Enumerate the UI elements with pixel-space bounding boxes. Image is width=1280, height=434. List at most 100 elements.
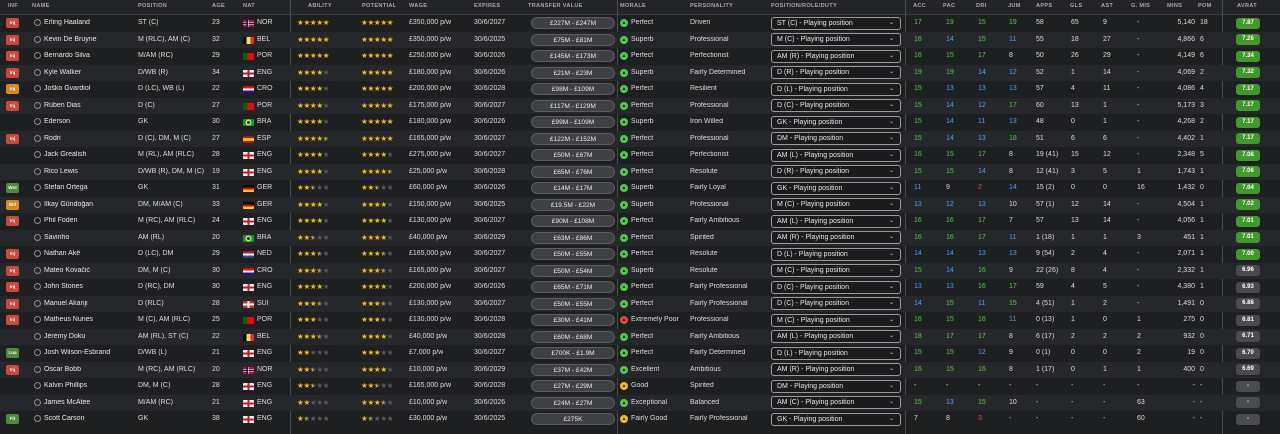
- col-mins[interactable]: MINS: [1167, 3, 1182, 9]
- info-badge[interactable]: Loa: [6, 348, 19, 358]
- table-row[interactable]: Kalvin Phillips DM, M (C) 28 ENG ★★★★★ ★★★★★ £…: [0, 378, 1280, 395]
- table-row[interactable]: Bid İlkay Gündoğan DM, M/AM (C) 33 GER ★★★★★ ★…: [0, 196, 1280, 213]
- role-select[interactable]: AM (R) - Playing position ⌄: [771, 231, 901, 244]
- transfer-value-badge[interactable]: £65M - £71M: [531, 281, 615, 293]
- col-nat[interactable]: NAT: [243, 3, 255, 9]
- table-row[interactable]: Savinho AM (RL) 20 BRA ★★★★★ ★★★★★ £40,000 p/w…: [0, 229, 1280, 246]
- info-badge[interactable]: Inj: [6, 133, 19, 144]
- role-select[interactable]: AM (L) - Playing position ⌄: [771, 214, 901, 228]
- transfer-value-badge[interactable]: £63M - £86M: [531, 231, 615, 244]
- col-name[interactable]: NAME: [32, 3, 50, 9]
- col-pac[interactable]: PAC: [943, 3, 955, 9]
- col-dri[interactable]: DRI: [976, 3, 987, 9]
- transfer-value-badge[interactable]: £75M - £81M: [531, 33, 615, 46]
- col-acc[interactable]: ACC: [913, 3, 926, 9]
- transfer-value-badge[interactable]: £30M - £41M: [531, 314, 615, 326]
- info-badge[interactable]: Inj: [6, 100, 19, 111]
- player-name[interactable]: Erling Haaland: [44, 19, 134, 26]
- role-select[interactable]: D (R) - Playing position ⌄: [771, 66, 901, 79]
- col-wage[interactable]: WAGE: [409, 3, 427, 9]
- role-select[interactable]: M (C) - Playing position ⌄: [771, 198, 901, 211]
- player-name[interactable]: Nathan Aké: [44, 250, 134, 257]
- col-ast[interactable]: AST: [1101, 3, 1113, 9]
- col-age[interactable]: AGE: [212, 3, 225, 9]
- table-row[interactable]: James McAtee M/AM (RC) 21 ENG ★★★★★ ★★★★★ £10,…: [0, 394, 1280, 411]
- role-select[interactable]: AM (L) - Playing position ⌄: [771, 330, 901, 343]
- role-select[interactable]: DM - Playing position ⌄: [771, 379, 901, 393]
- table-row[interactable]: Wnt Stefan Ortega GK 31 GER ★★★★★ ★★★★★ £60,000…: [0, 180, 1280, 197]
- col-morale[interactable]: MORALE: [620, 3, 646, 9]
- col-gls[interactable]: GLS: [1070, 3, 1082, 9]
- col-potential[interactable]: POTENTIAL: [362, 3, 396, 9]
- info-badge[interactable]: Inj: [6, 67, 19, 78]
- table-row[interactable]: Inj Joško Gvardiol D (LC), WB (L) 22 CRO ★★★★…: [0, 81, 1280, 98]
- player-name[interactable]: Stefan Ortega: [44, 184, 134, 191]
- info-badge[interactable]: Inj: [6, 84, 19, 94]
- player-name[interactable]: Josh Wilson-Esbrand: [44, 349, 134, 356]
- table-row[interactable]: Jérémy Doku AM (RL), ST (C) 22 BEL ★★★★★ ★★★★…: [0, 328, 1280, 345]
- table-row[interactable]: Inj John Stones D (RC), DM 30 ENG ★★★★★ ★★★★★ £…: [0, 279, 1280, 296]
- role-select[interactable]: AM (R) - Playing position ⌄: [771, 49, 901, 63]
- transfer-value-badge[interactable]: £122M - £152M: [531, 132, 615, 145]
- table-row[interactable]: Ederson GK 30 BRA ★★★★★ ★★★★★ £180,000 p/w 30/6…: [0, 114, 1280, 131]
- col-personality[interactable]: PERSONALITY: [690, 3, 733, 9]
- col-transfer-value[interactable]: TRANSFER VALUE: [528, 3, 583, 9]
- player-name[interactable]: Joško Gvardiol: [44, 85, 134, 92]
- table-row[interactable]: Inj Oscar Bobb M (RC), AM (RLC) 20 NOR ★★★★★ ★…: [0, 361, 1280, 378]
- info-badge[interactable]: Inj: [6, 249, 19, 259]
- player-name[interactable]: Jack Grealish: [44, 151, 134, 158]
- table-row[interactable]: Loa Josh Wilson-Esbrand D/WB (L) 21 ENG ★★★★★…: [0, 345, 1280, 362]
- transfer-value-badge[interactable]: £14M - £17M: [531, 182, 615, 194]
- role-select[interactable]: D (C) - Playing position ⌄: [771, 297, 901, 310]
- player-name[interactable]: Phil Foden: [44, 217, 134, 224]
- transfer-value-badge[interactable]: £117M - £129M: [531, 99, 615, 112]
- col-position[interactable]: POSITION: [138, 3, 167, 9]
- player-name[interactable]: Rodri: [44, 135, 134, 142]
- player-name[interactable]: Bernardo Silva: [44, 52, 134, 59]
- transfer-value-badge[interactable]: £60M - £68M: [531, 330, 615, 343]
- table-row[interactable]: Inj Mateo Kovačić DM, M (C) 30 CRO ★★★★★ ★★★★★…: [0, 262, 1280, 279]
- transfer-value-badge[interactable]: £19.5M - £22M: [531, 198, 615, 211]
- table-row[interactable]: Inj Bernardo Silva M/AM (RC) 29 POR ★★★★★ ★★★★…: [0, 48, 1280, 65]
- col-avrat[interactable]: AVRAT: [1237, 3, 1257, 9]
- transfer-value-badge[interactable]: £24M - £27M: [531, 396, 615, 409]
- player-name[interactable]: James McAtee: [44, 399, 134, 406]
- player-name[interactable]: Kevin De Bruyne: [44, 36, 134, 43]
- player-name[interactable]: Kalvin Phillips: [44, 382, 134, 389]
- col-gmis[interactable]: G. MIS: [1131, 3, 1150, 9]
- role-select[interactable]: DM - Playing position ⌄: [771, 132, 901, 145]
- role-select[interactable]: M (C) - Playing position ⌄: [771, 33, 901, 46]
- info-badge[interactable]: Inj: [6, 315, 19, 325]
- col-inf[interactable]: INF: [8, 3, 18, 9]
- info-badge[interactable]: Inj: [6, 364, 19, 375]
- role-select[interactable]: M (C) - Playing position ⌄: [771, 264, 901, 277]
- role-select[interactable]: D (L) - Playing position ⌄: [771, 247, 901, 261]
- player-name[interactable]: Ederson: [44, 118, 134, 125]
- info-badge[interactable]: Inj: [6, 51, 19, 61]
- col-ability[interactable]: ABILITY: [308, 3, 332, 9]
- info-badge[interactable]: Fit: [6, 414, 19, 424]
- table-row[interactable]: Inj Rúben Dias D (C) 27 POR ★★★★★ ★★★★★ £175,00…: [0, 97, 1280, 114]
- role-select[interactable]: D (C) - Playing position ⌄: [771, 99, 901, 112]
- col-jum[interactable]: JUM: [1008, 3, 1021, 9]
- info-badge[interactable]: Inj: [6, 298, 19, 309]
- table-row[interactable]: Inj Kevin De Bruyne M (RLC), AM (C) 32 BEL ★★…: [0, 31, 1280, 48]
- transfer-value-badge[interactable]: £50M - £55M: [531, 248, 615, 260]
- info-badge[interactable]: Inj: [6, 282, 19, 292]
- table-row[interactable]: Fit Scott Carson GK 38 ENG ★★★★★ ★★★★★ £30,000 …: [0, 411, 1280, 428]
- table-row[interactable]: Jack Grealish M (RL), AM (RLC) 28 ENG ★★★★★ ★…: [0, 147, 1280, 164]
- player-name[interactable]: Mateo Kovačić: [44, 267, 134, 274]
- role-select[interactable]: M (C) - Playing position ⌄: [771, 313, 901, 327]
- transfer-value-badge[interactable]: £275K: [531, 413, 615, 425]
- info-badge[interactable]: Inj: [6, 216, 19, 226]
- player-name[interactable]: Rúben Dias: [44, 102, 134, 109]
- transfer-value-badge[interactable]: £99M - £109M: [531, 116, 615, 128]
- info-badge[interactable]: Inj: [6, 34, 19, 45]
- table-row[interactable]: Inj Phil Foden M (RC), AM (RLC) 24 ENG ★★★★★ ★…: [0, 213, 1280, 230]
- player-name[interactable]: John Stones: [44, 283, 134, 290]
- col-expires[interactable]: EXPIRES: [474, 3, 500, 9]
- player-name[interactable]: Kyle Walker: [44, 69, 134, 76]
- table-row[interactable]: Inj Nathan Aké D (LC), DM 29 NED ★★★★★ ★★★★★ £1…: [0, 246, 1280, 263]
- player-name[interactable]: Jérémy Doku: [44, 333, 134, 340]
- col-role[interactable]: POSITION/ROLE/DUTY: [771, 3, 837, 9]
